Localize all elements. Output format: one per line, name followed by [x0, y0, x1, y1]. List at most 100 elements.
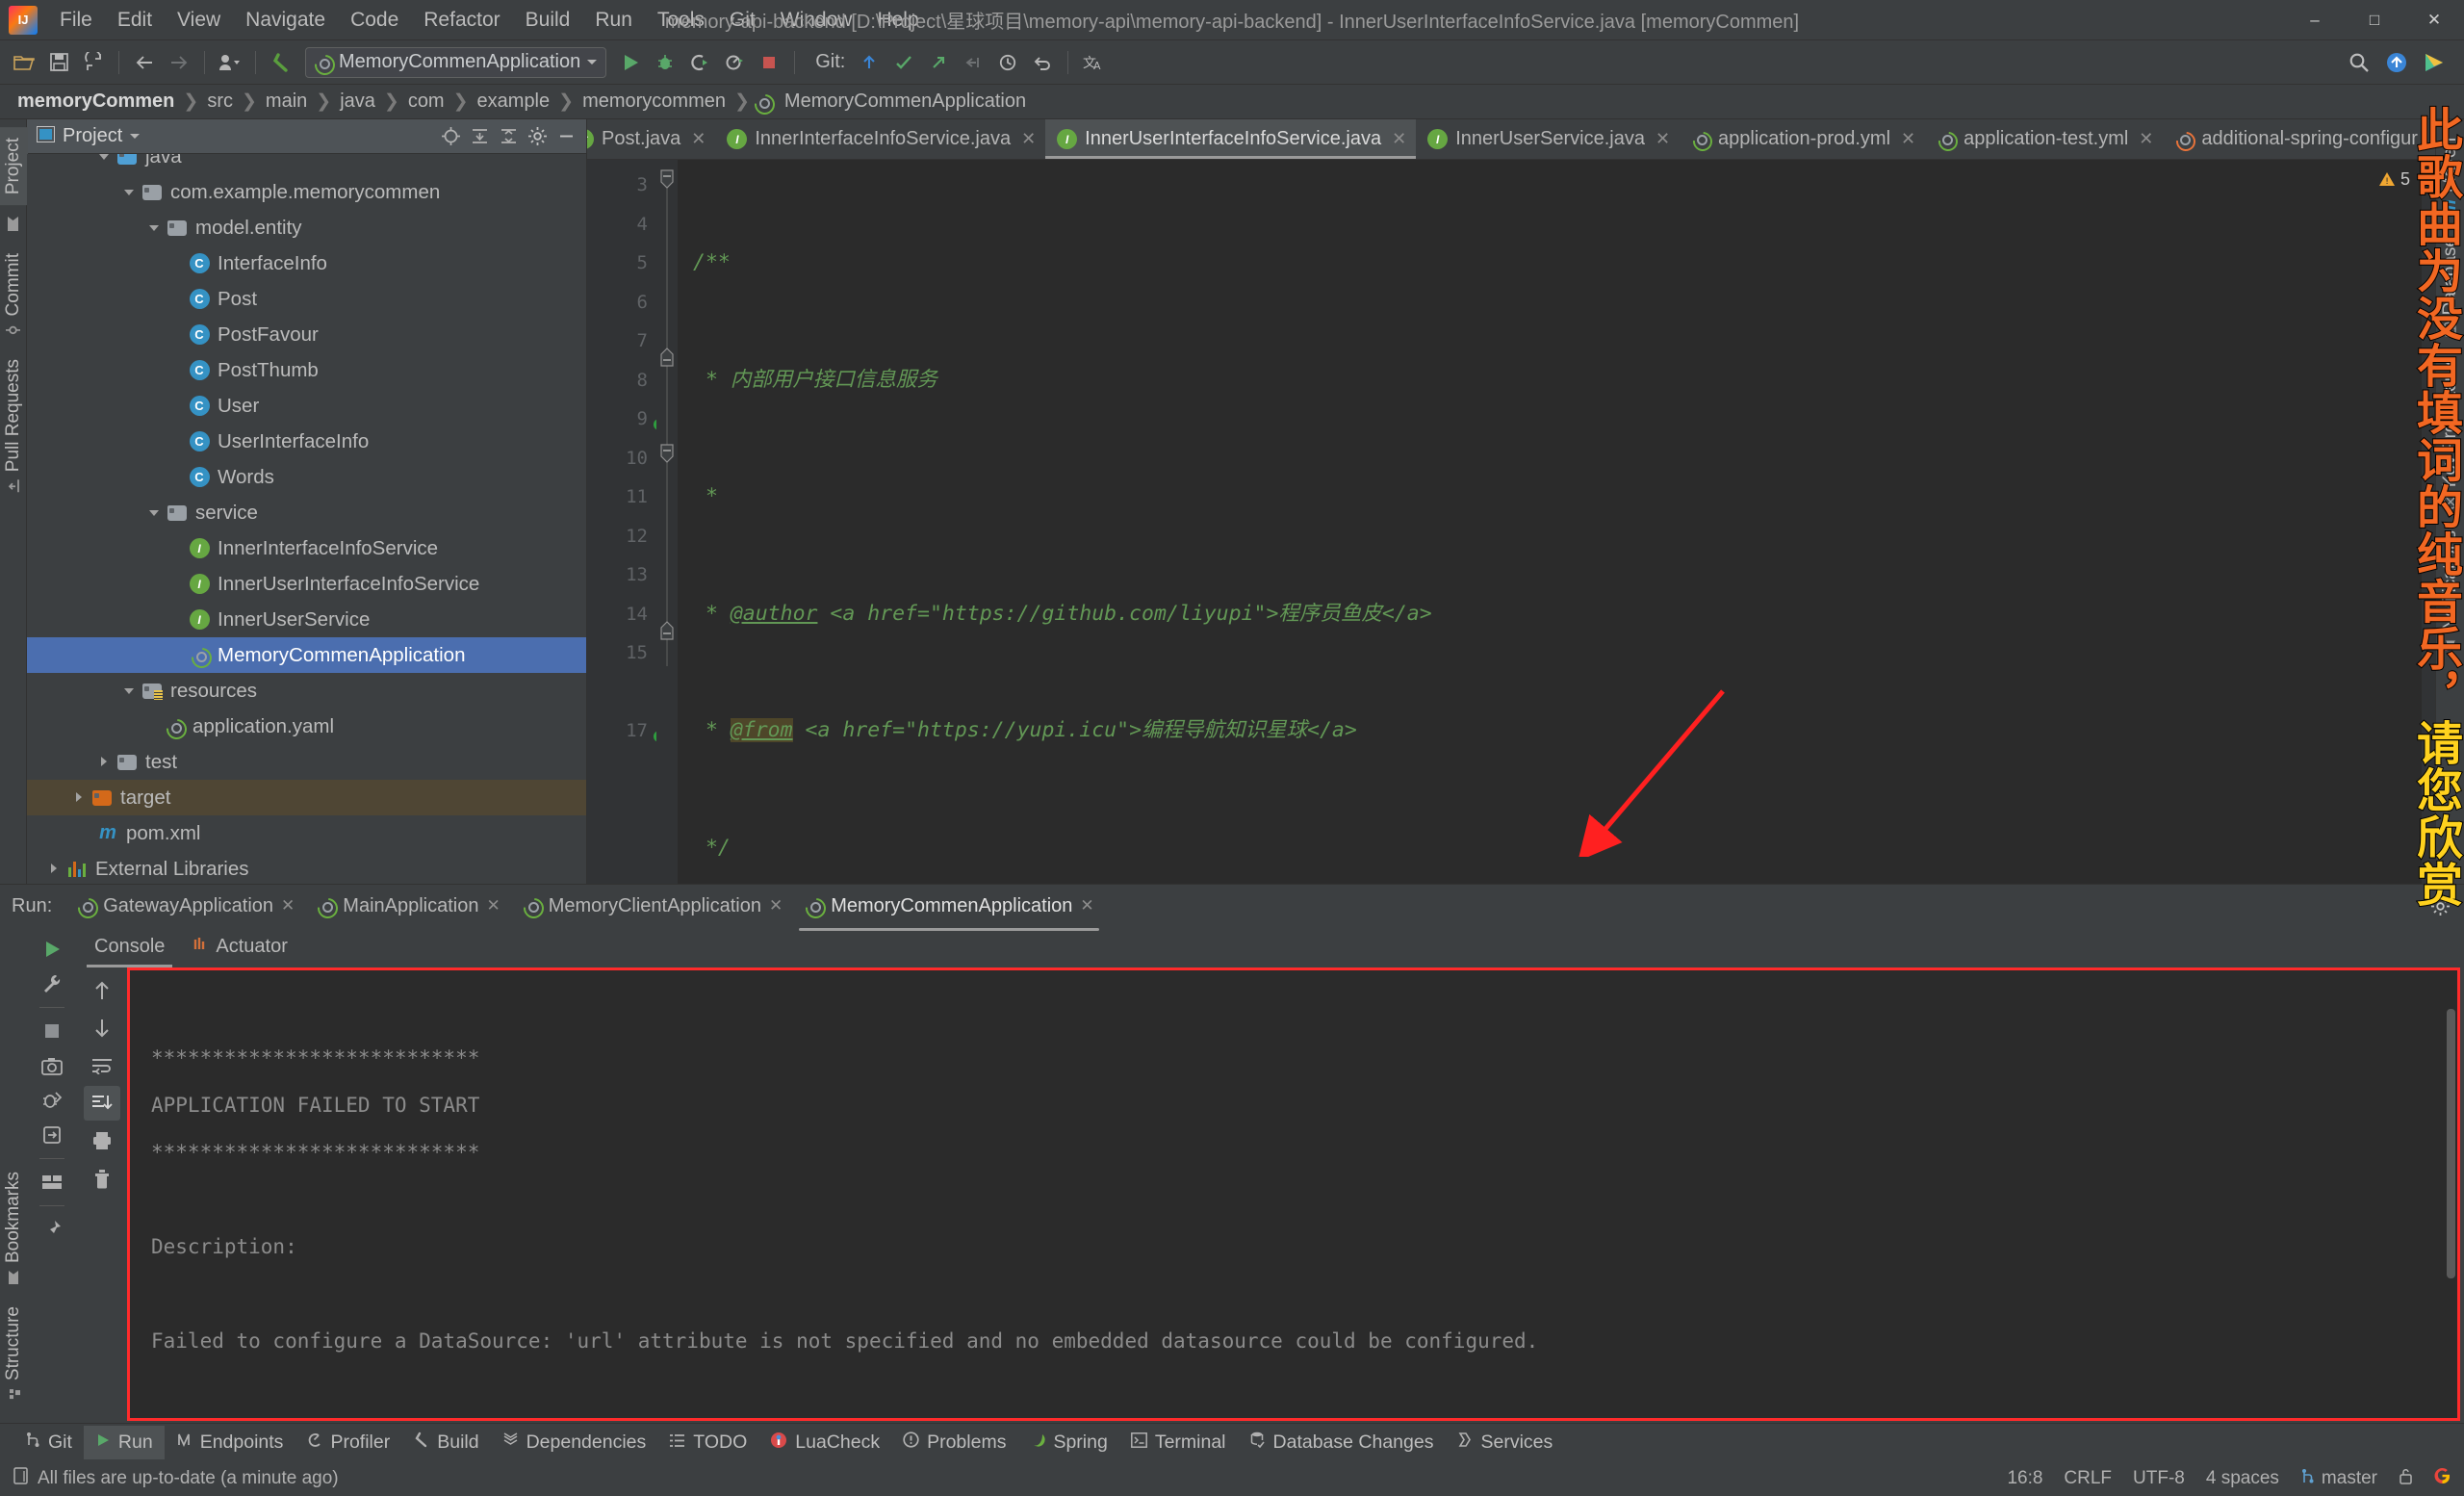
breadcrumb-item-example[interactable]: example	[472, 89, 556, 115]
bottom-tab-database-changes[interactable]: Database Changes	[1238, 1426, 1446, 1459]
breadcrumb-item-src[interactable]: src	[201, 89, 239, 115]
hide-panel-icon[interactable]	[553, 124, 578, 149]
tool-tab-project[interactable]: Project	[0, 127, 28, 206]
tree-row[interactable]: C InterfaceInfo	[27, 245, 586, 281]
open-folder-icon[interactable]	[8, 46, 40, 79]
bottom-tab-spring[interactable]: Spring	[1017, 1426, 1118, 1459]
bottom-tab-endpoints[interactable]: Endpoints	[165, 1426, 295, 1459]
pin-icon[interactable]	[35, 1213, 69, 1246]
run-tab-memory-commen-application[interactable]: MemoryCommenApplication ✕	[793, 887, 1104, 931]
settings-gear-icon[interactable]	[525, 124, 550, 149]
line-separator[interactable]: CRLF	[2064, 1468, 2112, 1489]
menu-build[interactable]: Build	[513, 4, 583, 37]
close-icon[interactable]: ✕	[769, 896, 783, 916]
export-icon[interactable]	[35, 1119, 69, 1151]
sync-icon[interactable]	[77, 46, 110, 79]
chevron-right-icon[interactable]	[46, 861, 63, 877]
chevron-down-icon[interactable]	[121, 184, 138, 200]
git-branch-widget[interactable]: master	[2300, 1468, 2377, 1490]
menu-file[interactable]: File	[47, 4, 105, 37]
chevron-down-icon[interactable]	[96, 154, 113, 165]
tree-row[interactable]: C UserInterfaceInfo	[27, 424, 586, 459]
editor-tab-inner-interface-info-service[interactable]: I InnerInterfaceInfoService.java ✕	[715, 119, 1045, 159]
soft-wrap-icon[interactable]	[84, 1048, 120, 1083]
editor-fold-column[interactable]	[656, 160, 678, 884]
tree-row[interactable]: I InnerUserService	[27, 602, 586, 637]
code-editor[interactable]: 3 4 5 6 7 8 9 I 10 11 12 13	[587, 160, 2435, 884]
editor-tab-additional-spring-configuration[interactable]: additional-spring-configur	[2163, 119, 2427, 159]
bottom-tab-profiler[interactable]: Profiler	[295, 1426, 401, 1459]
bottom-tab-services[interactable]: Services	[1445, 1426, 1564, 1459]
profile-icon[interactable]	[214, 46, 246, 79]
search-icon[interactable]	[2343, 46, 2375, 79]
inspection-status-badge[interactable]: ! 5	[2378, 169, 2410, 190]
tree-row[interactable]: C PostFavour	[27, 317, 586, 352]
sub-tab-actuator[interactable]: Actuator	[180, 928, 298, 965]
trash-icon[interactable]	[84, 1161, 120, 1196]
scroll-down-icon[interactable]	[84, 1011, 120, 1045]
tree-row[interactable]: C Post	[27, 281, 586, 317]
tree-row[interactable]: model.entity	[27, 210, 586, 245]
breadcrumb-item-java[interactable]: java	[334, 89, 381, 115]
editor-gutter[interactable]: 3 4 5 6 7 8 9 I 10 11 12 13	[587, 160, 668, 884]
chevron-down-icon[interactable]	[146, 504, 163, 521]
target-icon[interactable]	[438, 124, 463, 149]
tree-row[interactable]: I InnerInterfaceInfoService	[27, 530, 586, 566]
caret-position[interactable]: 16:8	[2007, 1468, 2042, 1489]
editor-tab-application-prod-yml[interactable]: application-prod.yml ✕	[1680, 119, 1925, 159]
close-icon[interactable]: ✕	[1392, 129, 1406, 149]
tool-tab-bookmark[interactable]	[0, 205, 28, 243]
tool-tab-database[interactable]: Database	[2436, 226, 2464, 348]
undo-arrow-icon[interactable]	[265, 46, 297, 79]
menu-tools[interactable]: Tools	[645, 4, 717, 37]
indent-setting[interactable]: 4 spaces	[2206, 1468, 2279, 1489]
tree-row[interactable]: java	[27, 154, 586, 174]
tree-row-excluded[interactable]: target	[27, 780, 586, 815]
editor-tab-inner-user-service[interactable]: I InnerUserService.java ✕	[1416, 119, 1680, 159]
git-update-icon[interactable]	[853, 46, 886, 79]
editor-tab-post[interactable]: C Post.java ✕	[587, 119, 715, 159]
close-icon[interactable]: ✕	[1021, 129, 1036, 149]
close-icon[interactable]: ✕	[486, 896, 500, 916]
breadcrumb-item-main[interactable]: main	[260, 89, 313, 115]
run-tab-main-application[interactable]: MainApplication ✕	[305, 887, 510, 926]
run-tab-gateway-application[interactable]: GatewayApplication ✕	[65, 887, 305, 926]
debug-attach-icon[interactable]	[35, 1084, 69, 1117]
editor-code[interactable]: /** * 内部用户接口信息服务 * * @author <a href="ht…	[678, 160, 2435, 884]
lock-icon[interactable]	[2399, 1468, 2413, 1490]
file-encoding[interactable]: UTF-8	[2133, 1468, 2185, 1489]
editor-tab-application-test-yml[interactable]: application-test.yml ✕	[1925, 119, 2163, 159]
console-output[interactable]: *************************** APPLICATION …	[127, 967, 2460, 1421]
ide-logo-icon[interactable]	[2418, 46, 2451, 79]
tree-row[interactable]: test	[27, 744, 586, 780]
menu-git[interactable]: Git	[717, 4, 768, 37]
bottom-t ab-todo[interactable]: TODO	[657, 1426, 758, 1459]
tree-row[interactable]: I InnerUserInterfaceInfoService	[27, 566, 586, 602]
tree-row[interactable]: application.yaml	[27, 709, 586, 744]
print-icon[interactable]	[84, 1123, 120, 1158]
menu-view[interactable]: View	[165, 4, 233, 37]
close-icon[interactable]: ✕	[1656, 129, 1670, 149]
settings-gear-icon[interactable]	[2427, 893, 2452, 918]
menu-refactor[interactable]: Refactor	[411, 4, 512, 37]
tool-tab-commit[interactable]: Commit	[0, 243, 28, 348]
menu-help[interactable]: Help	[864, 4, 931, 37]
stop-icon[interactable]	[35, 1015, 69, 1047]
project-tree[interactable]: java com.example.memorycommen model.enti…	[27, 154, 586, 884]
editor-scrollbar[interactable]	[2422, 160, 2435, 884]
chevron-down-icon[interactable]	[121, 683, 138, 699]
chevron-right-icon[interactable]	[96, 754, 113, 770]
run-configuration-selector[interactable]: MemoryCommenApplication	[305, 46, 607, 78]
tree-row[interactable]: com.example.memorycommen	[27, 174, 586, 210]
menu-edit[interactable]: Edit	[105, 4, 165, 37]
translate-icon[interactable]: 文A	[1077, 46, 1110, 79]
close-icon[interactable]: ✕	[2139, 129, 2153, 149]
tool-tab-structure[interactable]: Structure	[0, 1296, 28, 1411]
maximize-button[interactable]: □	[2345, 0, 2404, 39]
layout-icon[interactable]	[35, 1166, 69, 1199]
expand-all-icon[interactable]	[467, 124, 492, 149]
wrench-icon[interactable]	[35, 967, 69, 1000]
minimize-button[interactable]: –	[2285, 0, 2345, 39]
tree-row[interactable]: resources	[27, 673, 586, 709]
menu-run[interactable]: Run	[582, 4, 645, 37]
